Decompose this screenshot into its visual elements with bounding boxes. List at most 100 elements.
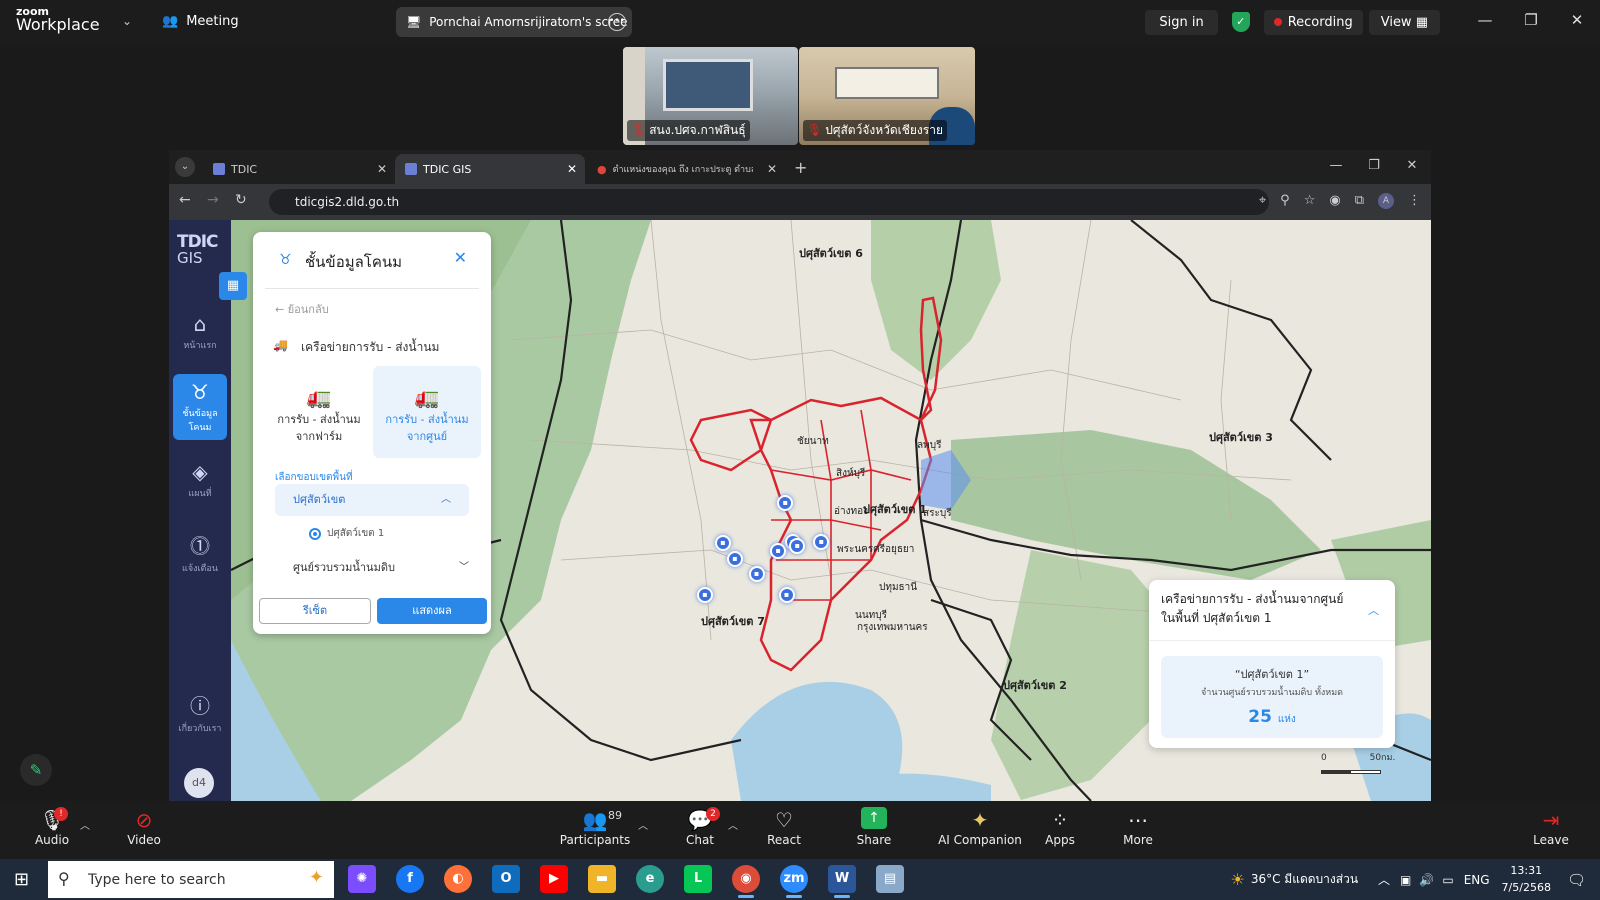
minimize-icon[interactable]: — <box>1317 150 1355 184</box>
extension-color-icon[interactable]: ◉ <box>1329 193 1340 209</box>
chrome-icon[interactable]: ◉ <box>732 865 760 898</box>
restore-icon[interactable]: ❐ <box>1508 0 1554 44</box>
react-button[interactable]: ♡ React <box>766 807 802 847</box>
app-grid-icon[interactable]: ▦ <box>219 272 247 300</box>
speaker-icon[interactable]: 🔊 <box>1419 873 1434 887</box>
close-icon[interactable]: ✕ <box>454 248 467 267</box>
windows-start-icon[interactable]: ⊞ <box>14 869 29 890</box>
copilot-icon[interactable]: ✺ <box>348 865 376 893</box>
more-options-icon[interactable]: ••• <box>608 13 626 31</box>
sidebar-item-about[interactable]: ⓘ เกี่ยวกับเรา <box>173 690 227 735</box>
ai-companion-button[interactable]: ✦ AI Companion <box>930 807 1030 847</box>
view-button[interactable]: View ▦ <box>1368 9 1440 35</box>
screen-share-pill[interactable]: 🖥 Pornchai Amornsrijiratorn's scree ••• <box>396 7 632 37</box>
weather-icon[interactable]: ☀ <box>1231 870 1245 889</box>
clock[interactable]: 13:31 7/5/2568 <box>1502 863 1551 896</box>
chevron-up-icon[interactable]: ︿ <box>638 817 648 832</box>
chevron-up-icon[interactable]: ︿ <box>1368 602 1379 618</box>
apps-button[interactable]: ⁘ Apps <box>1042 807 1078 847</box>
region-accordion[interactable]: ปศุสัตว์เขต ︿ <box>275 484 469 516</box>
url-input[interactable]: tdicgis2.dld.go.th <box>269 189 1269 215</box>
panel-divider <box>265 288 479 289</box>
language-indicator[interactable]: ENG <box>1464 873 1490 887</box>
tab-tdic-gis[interactable]: TDIC GIS ✕ <box>395 154 585 184</box>
security-shield-icon[interactable]: ✓ <box>1231 12 1250 32</box>
chat-button[interactable]: 💬 2 Chat <box>684 807 720 847</box>
zoom-icon[interactable]: ⚲ <box>1280 193 1290 209</box>
participant-thumbnail[interactable]: 🎙 สนง.ปศจ.กาฬสินธุ์ <box>623 47 798 145</box>
sidebar-item-map[interactable]: ◈ แผนที่ <box>173 460 227 500</box>
extensions-puzzle-icon[interactable]: ⧉ <box>1355 193 1364 209</box>
browser-window: ⌄ TDIC ✕ TDIC GIS ✕ ● ตำแหน่งของคุณ ถึง เกา… <box>169 150 1431 801</box>
sign-in-button[interactable]: Sign in <box>1145 9 1218 35</box>
forward-icon[interactable]: → <box>207 192 219 208</box>
youtube-icon[interactable]: ▶ <box>540 865 568 893</box>
weather-text[interactable]: 36°C มีแดดบางส่วน <box>1251 870 1358 889</box>
user-avatar[interactable]: d4 <box>184 768 214 798</box>
participants-button[interactable]: 👥 89 Participants <box>558 807 632 847</box>
option-from-center[interactable]: 🚛 การรับ - ส่งน้ำนม จากศูนย์ <box>373 366 481 458</box>
taskbar-search[interactable]: ⚲ Type here to search ✦ <box>48 861 334 898</box>
info-icon: ⓘ <box>190 694 210 718</box>
option-from-farm[interactable]: 🚛 การรับ - ส่งน้ำนม จากฟาร์ม <box>265 366 373 458</box>
panel-subtitle: เครือข่ายการรับ - ส่งน้ำนม <box>301 340 440 354</box>
tab-search-icon[interactable]: ⌄ <box>175 157 195 177</box>
sidebar-item-home[interactable]: ⌂ หน้าแรก <box>173 312 227 352</box>
close-icon[interactable]: ✕ <box>1393 150 1431 184</box>
notifications-icon[interactable]: 🗨 <box>1567 871 1586 889</box>
collection-center-marker-icon[interactable]: ▪ <box>748 566 765 583</box>
collection-center-marker-icon[interactable]: ▪ <box>715 534 731 551</box>
facebook-icon[interactable]: f <box>396 865 424 893</box>
chevron-down-icon[interactable]: ⌄ <box>122 14 132 28</box>
show-button[interactable]: แสดงผล <box>377 598 487 624</box>
kebab-menu-icon[interactable]: ⋮ <box>1408 193 1421 209</box>
edge-icon[interactable]: e <box>636 865 664 893</box>
location-icon[interactable]: ⌖ <box>1259 193 1266 209</box>
meeting-menu[interactable]: 👥 Meeting <box>162 14 239 29</box>
tab-close-icon[interactable]: ✕ <box>767 162 777 176</box>
bookmark-star-icon[interactable]: ☆ <box>1304 193 1316 209</box>
recording-dot-icon <box>1273 18 1282 26</box>
summary-divider <box>1149 640 1395 641</box>
audio-button[interactable]: 🎙! Audio <box>34 807 70 847</box>
tab-maps[interactable]: ● ตำแหน่งของคุณ ถึง เกาะประตู ตำบล ✕ <box>587 154 785 184</box>
new-tab-icon[interactable]: + <box>794 158 807 177</box>
participant-thumbnail[interactable]: 🎙 ปศุสัตว์จังหวัดเชียงราย <box>799 47 975 145</box>
chevron-up-icon[interactable]: ︿ <box>728 817 738 832</box>
collection-center-dropdown[interactable]: ศูนย์รวบรวมน้ำนมดิบ ﹀ <box>293 558 469 576</box>
file-explorer-icon[interactable]: ▬ <box>588 865 616 893</box>
region-1-radio[interactable]: ปศุสัตว์เขต 1 <box>309 526 384 541</box>
more-button[interactable]: ⋯ More <box>1120 807 1156 847</box>
share-button[interactable]: ↑ Share <box>856 807 892 847</box>
annotate-pen-icon[interactable]: ✎ <box>20 754 52 786</box>
minimize-icon[interactable]: — <box>1462 0 1508 44</box>
sidebar-item-dairy-layers[interactable]: ♉ ชั้นข้อมูลโคนม <box>173 374 227 440</box>
tab-tdic[interactable]: TDIC ✕ <box>203 154 395 184</box>
reload-icon[interactable]: ↻ <box>235 192 247 208</box>
reset-button[interactable]: รีเซ็ต <box>259 598 371 624</box>
close-icon[interactable]: ✕ <box>1554 0 1600 44</box>
leave-button[interactable]: ⇥ Leave <box>1533 807 1569 847</box>
restore-icon[interactable]: ❐ <box>1355 150 1393 184</box>
collection-center-marker-icon[interactable]: ▪ <box>778 586 795 603</box>
recording-indicator[interactable]: Recording <box>1263 9 1363 35</box>
collection-center-marker-icon[interactable]: ▪ <box>697 586 713 603</box>
back-icon[interactable]: ← <box>179 192 191 208</box>
sidebar-item-alerts[interactable]: ⓵ แจ้งเตือน <box>173 530 227 575</box>
video-button[interactable]: ⊘ Video <box>126 807 162 847</box>
camera-icon[interactable]: ▣ <box>1400 873 1411 887</box>
chevron-up-icon[interactable]: ︿ <box>80 817 90 832</box>
tab-close-icon[interactable]: ✕ <box>377 162 387 176</box>
word-icon[interactable]: W <box>828 865 856 898</box>
profile-avatar-icon[interactable]: A <box>1378 193 1394 209</box>
collection-center-marker-icon[interactable]: ▪ <box>727 550 743 567</box>
app-icon[interactable]: ▤ <box>876 865 904 893</box>
outlook-icon[interactable]: O <box>492 865 520 893</box>
firefox-icon[interactable]: ◐ <box>444 865 472 893</box>
chevron-up-icon[interactable]: ︿ <box>1378 871 1390 888</box>
back-link[interactable]: ← ย้อนกลับ <box>275 300 329 318</box>
tab-close-icon[interactable]: ✕ <box>567 162 577 176</box>
network-icon[interactable]: ▭ <box>1442 873 1453 887</box>
line-icon[interactable]: L <box>684 865 712 893</box>
zoom-app-icon[interactable]: zm <box>780 865 808 898</box>
